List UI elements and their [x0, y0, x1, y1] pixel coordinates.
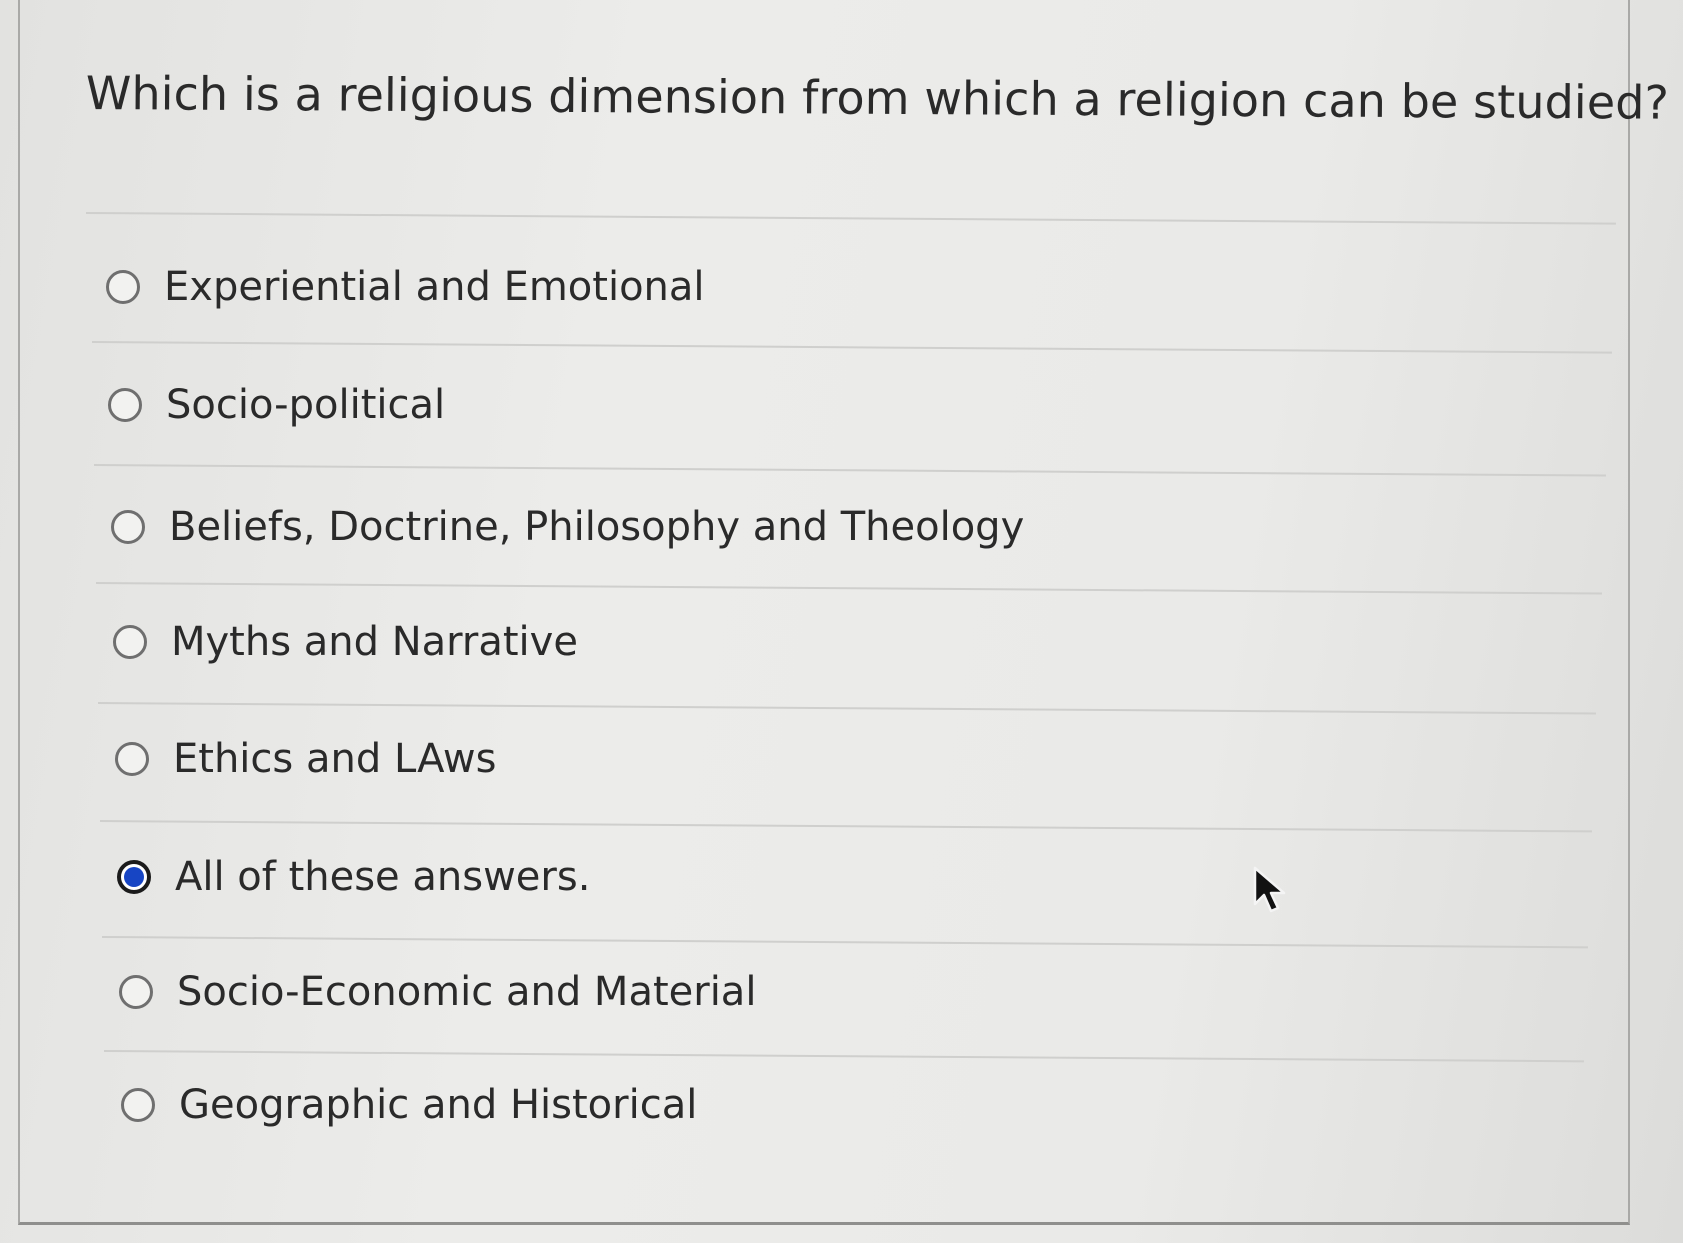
radio-button[interactable] [113, 625, 147, 659]
radio-button[interactable] [119, 975, 153, 1009]
answer-option-socio-economic[interactable]: Socio-Economic and Material [119, 969, 756, 1015]
divider [99, 820, 1592, 833]
divider [85, 212, 1616, 225]
divider [93, 464, 1606, 477]
question-card: Which is a religious dimension from whic… [18, 0, 1669, 1225]
screen: Which is a religious dimension from whic… [0, 0, 1683, 1243]
mouse-pointer-icon [1253, 866, 1286, 913]
answer-option-beliefs[interactable]: Beliefs, Doctrine, Philosophy and Theolo… [111, 504, 1024, 550]
answer-option-ethics[interactable]: Ethics and LAws [115, 736, 496, 782]
radio-button[interactable] [106, 270, 140, 304]
answer-label: Socio-political [166, 382, 446, 428]
answer-label: Geographic and Historical [179, 1082, 698, 1128]
answer-label: Socio-Economic and Material [177, 969, 757, 1015]
divider [97, 702, 1596, 715]
radio-button[interactable] [115, 742, 149, 776]
answer-label: Ethics and LAws [173, 736, 497, 782]
answer-option-socio-political[interactable]: Socio-political [108, 382, 445, 428]
answer-option-all[interactable]: All of these answers. [117, 854, 590, 900]
radio-button[interactable] [121, 1088, 155, 1122]
answer-option-myths[interactable]: Myths and Narrative [113, 619, 578, 665]
radio-button[interactable] [111, 510, 145, 544]
radio-button-selected[interactable] [117, 860, 151, 894]
answer-option-geographic[interactable]: Geographic and Historical [121, 1082, 697, 1128]
question-text: Which is a religious dimension from whic… [85, 66, 1670, 130]
answer-label: Experiential and Emotional [164, 264, 705, 310]
divider [91, 341, 1612, 354]
divider [103, 1050, 1584, 1063]
radio-dot [124, 867, 144, 887]
answer-label: Myths and Narrative [171, 619, 578, 665]
divider [95, 582, 1602, 595]
radio-button[interactable] [108, 388, 142, 422]
answer-label: All of these answers. [175, 854, 591, 900]
answer-label: Beliefs, Doctrine, Philosophy and Theolo… [169, 504, 1025, 550]
answer-option-experiential[interactable]: Experiential and Emotional [106, 264, 705, 310]
divider [101, 936, 1588, 949]
